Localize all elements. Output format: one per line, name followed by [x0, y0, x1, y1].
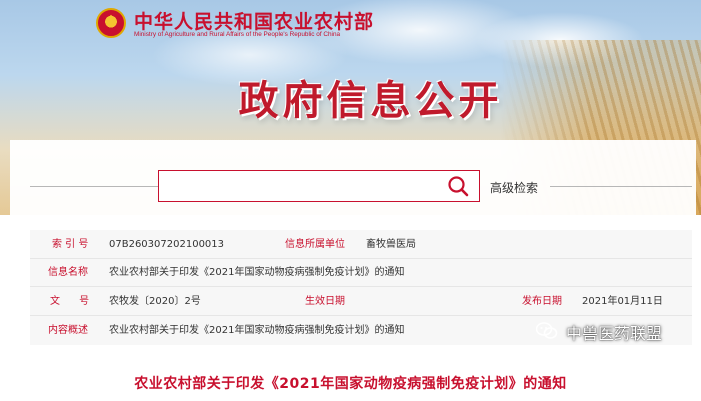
- national-emblem-icon: [96, 8, 126, 38]
- effective-date-label: 生效日期: [305, 296, 345, 307]
- info-row-index: 索 引 号 07B260307202100013 信息所属单位 畜牧兽医局: [30, 231, 692, 259]
- search-icon[interactable]: [447, 175, 469, 197]
- watermark-text: 中兽医药联盟: [566, 324, 663, 343]
- search-box: [158, 170, 480, 202]
- summary-label: 内容概述: [48, 325, 88, 336]
- search-input[interactable]: [159, 171, 439, 201]
- ministry-name-cn[interactable]: 中华人民共和国农业农村部: [134, 7, 374, 34]
- issue-date-value: 2021年01月11日: [582, 296, 663, 307]
- unit-label: 信息所属单位: [285, 239, 345, 250]
- info-row-doc: 文 号 农牧发〔2020〕2号 生效日期 发布日期 2021年01月11日: [30, 288, 692, 316]
- divider-right: [550, 186, 692, 187]
- name-label: 信息名称: [48, 267, 88, 278]
- doc-number-value: 农牧发〔2020〕2号: [109, 296, 201, 307]
- wechat-icon: [536, 322, 558, 339]
- article-headline: 农业农村部关于印发《2021年国家动物疫病强制免疫计划》的通知: [134, 376, 567, 392]
- index-value: 07B260307202100013: [109, 239, 225, 250]
- divider-left: [30, 186, 158, 187]
- page-title: 政府信息公开: [238, 78, 503, 124]
- issue-date-label: 发布日期: [522, 296, 562, 307]
- unit-value: 畜牧兽医局: [366, 239, 416, 250]
- index-label: 索 引 号: [52, 239, 89, 250]
- name-value: 农业农村部关于印发《2021年国家动物疫病强制免疫计划》的通知: [109, 267, 405, 278]
- ministry-name-en: Ministry of Agriculture and Rural Affair…: [134, 31, 341, 38]
- doc-number-label: 文 号: [50, 296, 90, 307]
- info-row-name: 信息名称 农业农村部关于印发《2021年国家动物疫病强制免疫计划》的通知: [30, 259, 692, 287]
- advanced-search-link[interactable]: 高级检索: [490, 179, 538, 196]
- summary-value: 农业农村部关于印发《2021年国家动物疫病强制免疫计划》的通知: [109, 325, 405, 336]
